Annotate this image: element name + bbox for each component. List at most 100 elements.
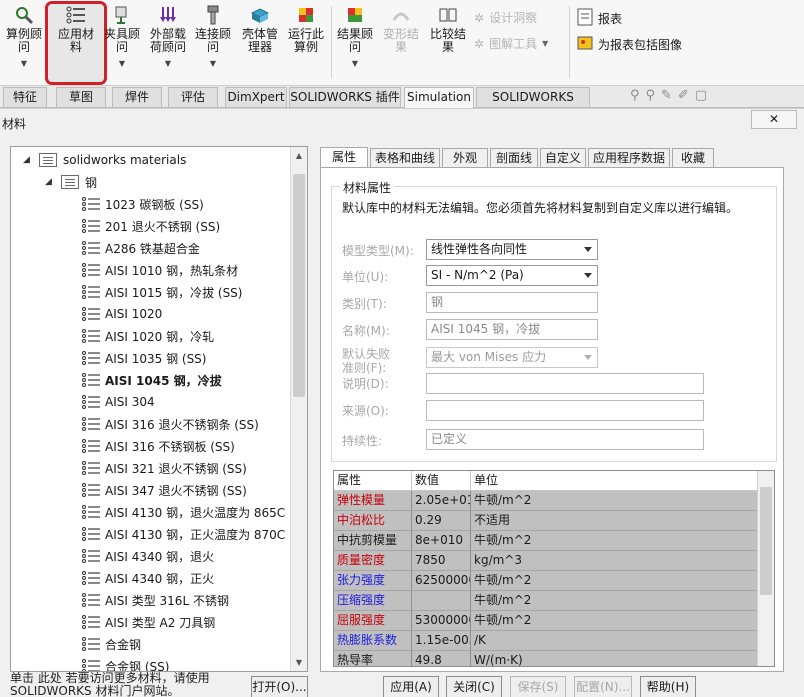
tree-item[interactable]: AISI 321 退火不锈钢 (SS) bbox=[81, 457, 247, 479]
plot-tools-button[interactable]: ✲ 图解工具 ▼ bbox=[474, 35, 548, 52]
grid-cell-value[interactable]: 625000000 bbox=[412, 571, 471, 591]
chevron-down-icon[interactable]: ▼ bbox=[119, 57, 125, 70]
fixtures-advisor-button[interactable]: 夹具顾 问 ▼ bbox=[103, 4, 141, 84]
grid-cell-unit[interactable]: kg/m^3 bbox=[471, 551, 759, 571]
report-button[interactable]: 报表 bbox=[577, 8, 622, 29]
chevron-down-icon[interactable]: ▼ bbox=[352, 57, 358, 70]
tree-item[interactable]: 1023 碳钢板 (SS) bbox=[81, 193, 204, 215]
grid-cell-name[interactable]: 热膨胀系数 bbox=[334, 631, 412, 651]
grid-cell-name[interactable]: 张力强度 bbox=[334, 571, 412, 591]
open-button[interactable]: 打开(O)... bbox=[251, 676, 308, 697]
tree-item[interactable]: AISI 4340 钢，正火 bbox=[81, 567, 214, 589]
grid-cell-value[interactable]: 8e+010 bbox=[412, 531, 471, 551]
apply-button[interactable]: 应用(A) bbox=[383, 676, 439, 697]
tree-item[interactable]: AISI 316 退火不锈钢条 (SS) bbox=[81, 413, 259, 435]
description-field[interactable] bbox=[426, 373, 704, 394]
tab-favorites[interactable]: 收藏 bbox=[672, 148, 714, 168]
tab-appearance[interactable]: 外观 bbox=[442, 148, 488, 168]
grid-cell-unit[interactable]: 牛顿/m^2 bbox=[471, 611, 759, 631]
grid-cell-value[interactable]: 49.8 bbox=[412, 651, 471, 666]
grid-cell-unit[interactable]: 牛顿/m^2 bbox=[471, 571, 759, 591]
tab-tables-curves[interactable]: 表格和曲线 bbox=[370, 148, 440, 168]
chevron-down-icon[interactable]: ▼ bbox=[210, 57, 216, 70]
tab-dimxpert[interactable]: DimXpert bbox=[225, 87, 287, 107]
scroll-down-icon[interactable]: ▼ bbox=[291, 654, 307, 671]
tree-item[interactable]: 合金钢 (SS) bbox=[81, 655, 169, 671]
chevron-down-icon[interactable]: ▼ bbox=[165, 57, 171, 70]
tab-application-data[interactable]: 应用程序数据 bbox=[588, 148, 670, 168]
failure-criterion-select[interactable]: 最大 von Mises 应力 bbox=[426, 347, 598, 368]
close-button[interactable]: 关闭(C) bbox=[446, 676, 502, 697]
tree-item[interactable]: 合金钢 bbox=[81, 633, 141, 655]
tree-scroll-thumb[interactable] bbox=[293, 174, 305, 397]
tab-solidworks-mbd[interactable]: SOLIDWORKS MBD bbox=[476, 87, 590, 123]
grid-scroll-thumb[interactable] bbox=[760, 487, 772, 595]
grid-header-value[interactable]: 数值 bbox=[412, 471, 471, 491]
grid-scrollbar[interactable] bbox=[757, 471, 774, 666]
tree-item[interactable]: AISI 4340 钢，退火 bbox=[81, 545, 214, 567]
tab-properties[interactable]: 属性 bbox=[320, 147, 368, 168]
unit-select[interactable]: SI - N/m^2 (Pa) bbox=[426, 265, 598, 286]
config-button[interactable]: 配置(N)... bbox=[574, 676, 632, 697]
model-type-select[interactable]: 线性弹性各向同性 bbox=[426, 239, 598, 260]
design-insight-button[interactable]: ✲ 设计洞察 bbox=[474, 9, 537, 26]
tree-item[interactable]: AISI 1035 钢 (SS) bbox=[81, 347, 207, 369]
grid-cell-name[interactable]: 中抗剪模量 bbox=[334, 531, 412, 551]
category-field[interactable]: 钢 bbox=[426, 292, 598, 313]
tree-item[interactable]: AISI 347 退火不锈钢 (SS) bbox=[81, 479, 247, 501]
grid-cell-value[interactable] bbox=[412, 591, 471, 611]
grid-cell-value[interactable]: 530000000 bbox=[412, 611, 471, 631]
help-button[interactable]: 帮助(H) bbox=[640, 676, 696, 697]
chevron-down-icon[interactable]: ▼ bbox=[542, 39, 548, 48]
tree-item[interactable]: AISI 1010 钢，热轧条材 bbox=[81, 259, 238, 281]
tab-weldments[interactable]: 焊件 bbox=[112, 87, 162, 107]
tree-item[interactable]: A286 铁基超合金 bbox=[81, 237, 200, 259]
grid-cell-name[interactable]: 热导率 bbox=[334, 651, 412, 666]
tree-item[interactable]: AISI 4130 钢，正火温度为 870C bbox=[81, 523, 285, 545]
tab-evaluate[interactable]: 评估 bbox=[168, 87, 218, 107]
tree-item[interactable]: AISI 类型 316L 不锈钢 bbox=[81, 589, 229, 611]
grid-cell-unit[interactable]: 牛顿/m^2 bbox=[471, 491, 759, 511]
compare-results-button[interactable]: 比较结 果 bbox=[428, 4, 468, 84]
view-toolbar-icons[interactable]: ⚲⚲✎✐▢ bbox=[630, 88, 713, 103]
tree-item-selected[interactable]: AISI 1045 钢，冷拔 bbox=[81, 369, 222, 391]
grid-cell-unit[interactable]: W/(m·K) bbox=[471, 651, 759, 666]
tab-custom[interactable]: 自定义 bbox=[540, 148, 586, 168]
include-image-button[interactable]: 为报表包括图像 bbox=[577, 34, 682, 55]
grid-cell-unit[interactable]: /K bbox=[471, 631, 759, 651]
dialog-close-button[interactable]: ✕ bbox=[751, 110, 797, 129]
tab-crosshatch[interactable]: 剖面线 bbox=[490, 148, 538, 168]
tree-root[interactable]: ◢ solidworks materials bbox=[23, 149, 186, 171]
run-study-button[interactable]: 运行此 算例 bbox=[286, 4, 326, 84]
tree-item[interactable]: AISI 1015 钢，冷拔 (SS) bbox=[81, 281, 243, 303]
expand-icon[interactable]: ◢ bbox=[23, 155, 33, 165]
tree-item[interactable]: AISI 1020 bbox=[81, 303, 162, 325]
scroll-up-icon[interactable]: ▲ bbox=[291, 147, 307, 164]
tree-item[interactable]: AISI 1020 钢，冷轧 bbox=[81, 325, 214, 347]
grid-cell-name[interactable]: 中泊松比 bbox=[334, 511, 412, 531]
grid-cell-value[interactable]: 1.15e-005 bbox=[412, 631, 471, 651]
grid-cell-name[interactable]: 压缩强度 bbox=[334, 591, 412, 611]
tab-features[interactable]: 特征 bbox=[3, 87, 47, 107]
tree-scrollbar[interactable]: ▲ ▼ bbox=[290, 147, 307, 671]
grid-cell-name[interactable]: 屈服强度 bbox=[334, 611, 412, 631]
results-advisor-button[interactable]: 结果顾 问 ▼ bbox=[335, 4, 375, 84]
grid-cell-unit[interactable]: 牛顿/m^2 bbox=[471, 531, 759, 551]
tree-item[interactable]: AISI 304 bbox=[81, 391, 155, 413]
save-button[interactable]: 保存(S) bbox=[510, 676, 566, 697]
tab-solidworks-addins[interactable]: SOLIDWORKS 插件 bbox=[289, 87, 401, 107]
tree-item[interactable]: AISI 316 不锈钢板 (SS) bbox=[81, 435, 235, 457]
apply-material-button[interactable]: 应用材 料 bbox=[50, 4, 102, 84]
tree-item[interactable]: AISI 4130 钢，退火温度为 865C bbox=[81, 501, 285, 523]
grid-cell-name[interactable]: 质量密度 bbox=[334, 551, 412, 571]
grid-cell-value[interactable]: 2.05e+011 bbox=[412, 491, 471, 511]
expand-icon[interactable]: ◢ bbox=[45, 177, 55, 187]
study-advisor-button[interactable]: 算例顾 问 ▼ bbox=[4, 4, 44, 84]
connections-advisor-button[interactable]: 连接顾 问 ▼ bbox=[193, 4, 233, 84]
tree-folder-steel[interactable]: ◢ 钢 bbox=[45, 171, 97, 193]
deformed-result-button[interactable]: 变形结 果 bbox=[381, 4, 421, 84]
sustainability-field[interactable]: 已定义 bbox=[426, 429, 704, 450]
tab-simulation[interactable]: Simulation bbox=[404, 87, 474, 108]
grid-cell-name[interactable]: 弹性模量 bbox=[334, 491, 412, 511]
tree-item[interactable]: 201 退火不锈钢 (SS) bbox=[81, 215, 220, 237]
